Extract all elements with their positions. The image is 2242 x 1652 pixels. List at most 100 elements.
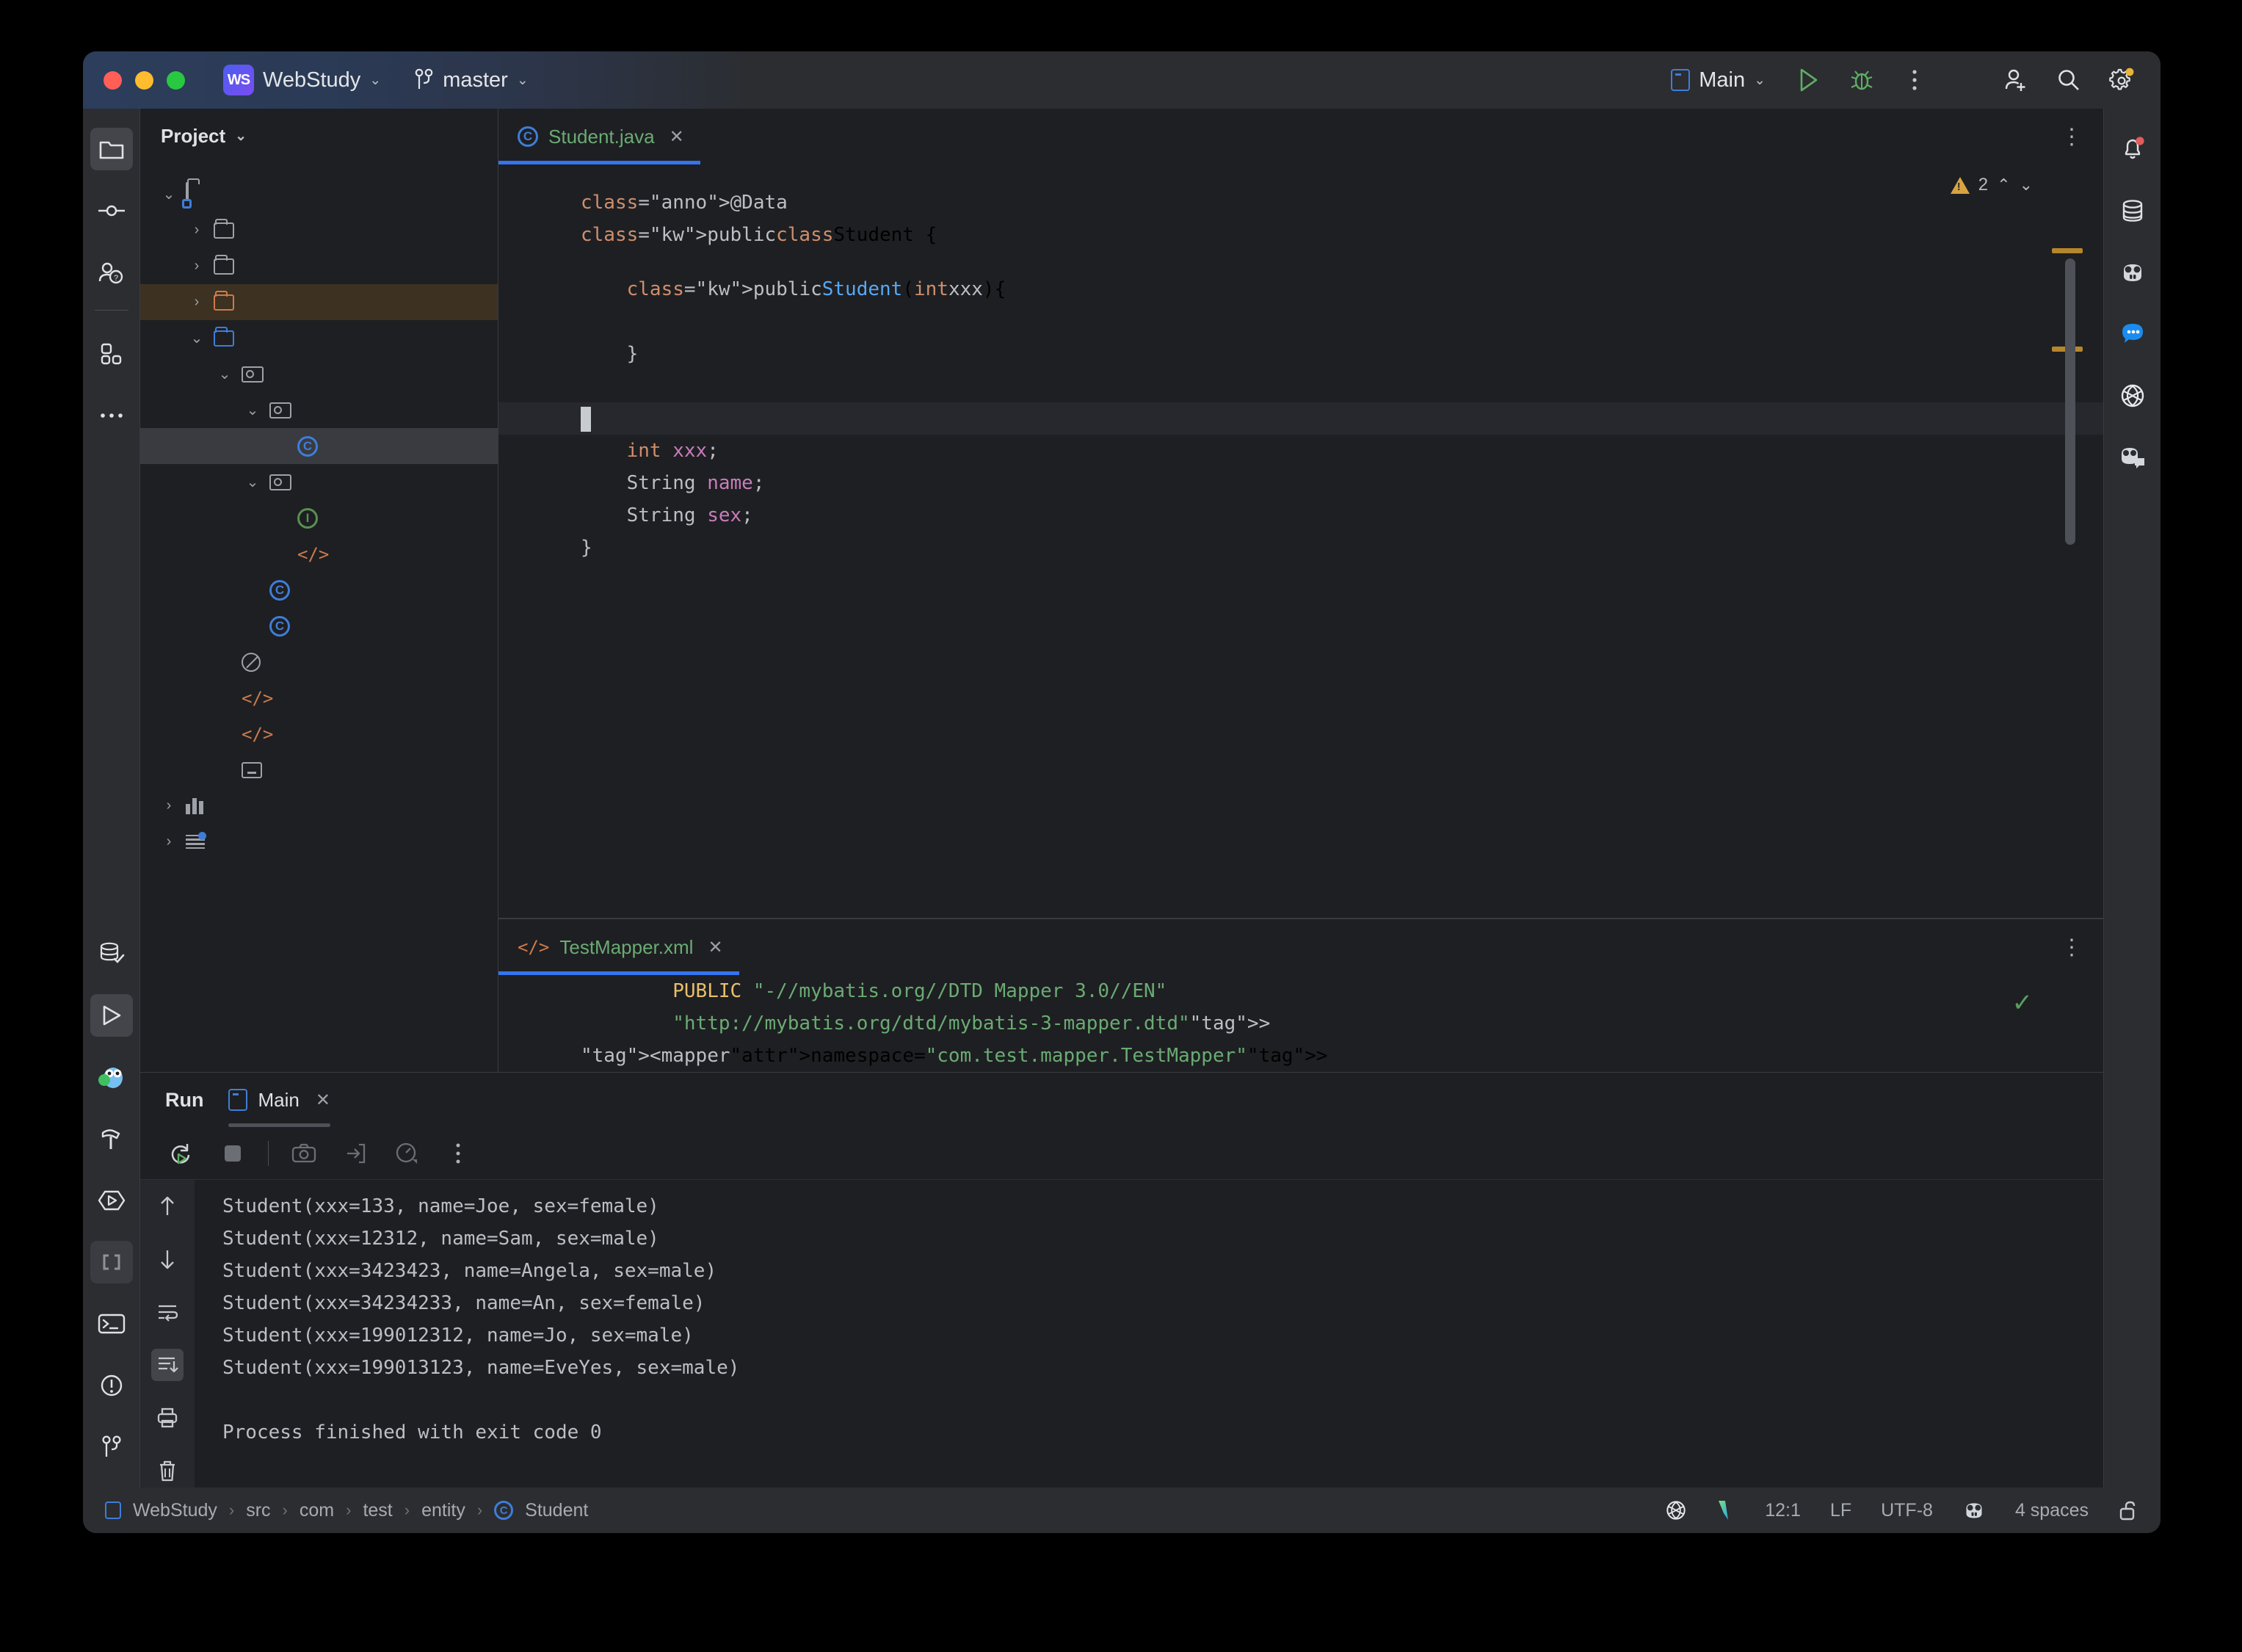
- warning-marker[interactable]: [2052, 248, 2083, 253]
- run-tab-main[interactable]: Main ✕: [228, 1073, 330, 1127]
- code-text[interactable]: String sex;: [581, 499, 753, 532]
- validator-status-icon[interactable]: [1716, 1499, 1735, 1521]
- sidebar-item-ai-assistant[interactable]: [2111, 251, 2154, 294]
- code-line[interactable]: String name;: [498, 467, 2103, 499]
- screenshot-button[interactable]: [288, 1137, 320, 1170]
- editor-options-button[interactable]: ⋮: [2061, 124, 2103, 150]
- code-text[interactable]: [581, 402, 591, 435]
- line-separator[interactable]: LF: [1830, 1500, 1851, 1521]
- scroll-up-button[interactable]: [151, 1190, 184, 1222]
- breadcrumb[interactable]: WebStudy›src›com›test›entity›CStudent: [105, 1500, 588, 1521]
- tree-node[interactable]: [140, 644, 498, 680]
- sidebar-item-brackets[interactable]: [90, 1241, 133, 1283]
- project-panel-header[interactable]: Project ⌄: [140, 109, 498, 163]
- prev-problem-icon[interactable]: ⌃: [1997, 175, 2010, 195]
- tree-node[interactable]: ›: [140, 212, 498, 248]
- sidebar-item-build[interactable]: [90, 1117, 133, 1160]
- tree-node[interactable]: C: [140, 428, 498, 464]
- read-only-toggle[interactable]: [2118, 1499, 2138, 1521]
- debug-button[interactable]: [1845, 63, 1879, 97]
- caret-position[interactable]: 12:1: [1765, 1500, 1801, 1521]
- vertical-scrollbar-thumb[interactable]: [2065, 258, 2075, 545]
- tree-node[interactable]: ›: [140, 248, 498, 284]
- tree-node[interactable]: ›: [140, 824, 498, 860]
- tree-node[interactable]: C: [140, 572, 498, 608]
- code-line[interactable]: class="anno">@Data: [498, 186, 2103, 219]
- close-tab-icon[interactable]: ✕: [316, 1090, 330, 1111]
- stop-button[interactable]: [217, 1137, 249, 1170]
- export-button[interactable]: [339, 1137, 371, 1170]
- close-tab-icon[interactable]: ✕: [670, 126, 684, 148]
- code-line[interactable]: PUBLIC "-//mybatis.org//DTD Mapper 3.0//…: [498, 975, 2103, 1007]
- code-line[interactable]: [498, 564, 2103, 596]
- sidebar-item-terminal[interactable]: [90, 1303, 133, 1345]
- close-window-button[interactable]: [104, 71, 122, 90]
- sidebar-item-database-right[interactable]: [2111, 189, 2154, 232]
- breadcrumb-item[interactable]: WebStudy: [133, 1500, 217, 1521]
- tab-testmapper-xml[interactable]: </> TestMapper.xml ✕: [498, 919, 739, 975]
- inspection-warning-widget[interactable]: 2 ⌃ ⌄: [1951, 175, 2033, 195]
- tree-node[interactable]: ›: [140, 284, 498, 320]
- tree-node[interactable]: C: [140, 608, 498, 644]
- chevron-right-icon[interactable]: ›: [187, 294, 206, 311]
- code-line[interactable]: String sex;: [498, 499, 2103, 532]
- code-text[interactable]: "http://mybatis.org/dtd/mybatis-3-mapper…: [581, 1007, 1270, 1040]
- sidebar-item-problems[interactable]: [90, 1364, 133, 1407]
- sidebar-item-ai-chat[interactable]: [2111, 436, 2154, 479]
- chevron-right-icon[interactable]: ›: [159, 833, 178, 850]
- breadcrumb-item[interactable]: com: [300, 1500, 334, 1521]
- code-line[interactable]: class="kw">public class Student {: [498, 219, 2103, 251]
- tree-node[interactable]: [140, 752, 498, 788]
- ok-check-icon[interactable]: ✓: [2012, 988, 2034, 1018]
- search-everywhere-button[interactable]: [2052, 63, 2086, 97]
- code-line[interactable]: }: [498, 532, 2103, 564]
- profiler-button[interactable]: [391, 1137, 423, 1170]
- sidebar-item-more[interactable]: [90, 394, 133, 437]
- sidebar-item-go-plugin[interactable]: [90, 1056, 133, 1098]
- sidebar-item-pull-requests[interactable]: ?: [90, 251, 133, 294]
- tree-node[interactable]: ⌄: [140, 356, 498, 392]
- code-line[interactable]: int xxx;: [498, 435, 2103, 467]
- code-line[interactable]: [498, 305, 2103, 338]
- clear-all-button[interactable]: [151, 1454, 184, 1487]
- breadcrumb-item[interactable]: src: [246, 1500, 270, 1521]
- chevron-down-icon[interactable]: ⌄: [243, 473, 262, 491]
- settings-button[interactable]: [2105, 63, 2138, 97]
- code-line[interactable]: class="kw">public Student(int xxx){: [498, 273, 2103, 305]
- sidebar-item-services[interactable]: [90, 1179, 133, 1222]
- code-text[interactable]: }: [581, 338, 638, 370]
- breadcrumb-item[interactable]: entity: [421, 1500, 465, 1521]
- tab-student-java[interactable]: C Student.java ✕: [498, 109, 700, 164]
- sidebar-item-commit[interactable]: [90, 189, 133, 232]
- sidebar-item-openai[interactable]: [2111, 374, 2154, 417]
- tree-node[interactable]: ›: [140, 788, 498, 824]
- scroll-down-button[interactable]: [151, 1243, 184, 1275]
- rerun-button[interactable]: [165, 1137, 197, 1170]
- tree-node[interactable]: I: [140, 500, 498, 536]
- console-output[interactable]: Student(xxx=133, name=Joe, sex=female) S…: [195, 1180, 2103, 1488]
- minimize-window-button[interactable]: [135, 71, 153, 90]
- code-text[interactable]: class="anno">@Data: [581, 186, 788, 219]
- code-line[interactable]: "tag"><mapper "attr">namespace="com.test…: [498, 1040, 2103, 1072]
- code-text[interactable]: }: [581, 532, 592, 564]
- more-actions-button[interactable]: [1898, 63, 1931, 97]
- sidebar-item-run[interactable]: [90, 994, 133, 1037]
- project-tree[interactable]: ⌄›››⌄⌄⌄C⌄I</>CC</></>››: [140, 163, 498, 860]
- run-more-button[interactable]: [442, 1137, 474, 1170]
- tree-node[interactable]: </>: [140, 716, 498, 752]
- tree-node[interactable]: ⌄: [140, 464, 498, 500]
- chevron-down-icon[interactable]: ⌄: [215, 365, 234, 383]
- next-problem-icon[interactable]: ⌄: [2020, 175, 2033, 195]
- chevron-down-icon[interactable]: ⌄: [159, 185, 178, 203]
- sidebar-item-chat[interactable]: [2111, 313, 2154, 355]
- indent-setting[interactable]: 4 spaces: [2015, 1500, 2089, 1521]
- project-switcher[interactable]: WS WebStudy ⌄: [216, 61, 388, 99]
- code-text[interactable]: String name;: [581, 467, 764, 499]
- breadcrumb-item[interactable]: test: [363, 1500, 392, 1521]
- run-button[interactable]: [1792, 63, 1826, 97]
- tree-node[interactable]: ⌄: [140, 392, 498, 428]
- sidebar-item-project[interactable]: [90, 128, 133, 170]
- soft-wrap-button[interactable]: [151, 1296, 184, 1328]
- ai-assistant-status-icon[interactable]: [1962, 1500, 1986, 1521]
- sidebar-item-notifications[interactable]: [2111, 128, 2154, 170]
